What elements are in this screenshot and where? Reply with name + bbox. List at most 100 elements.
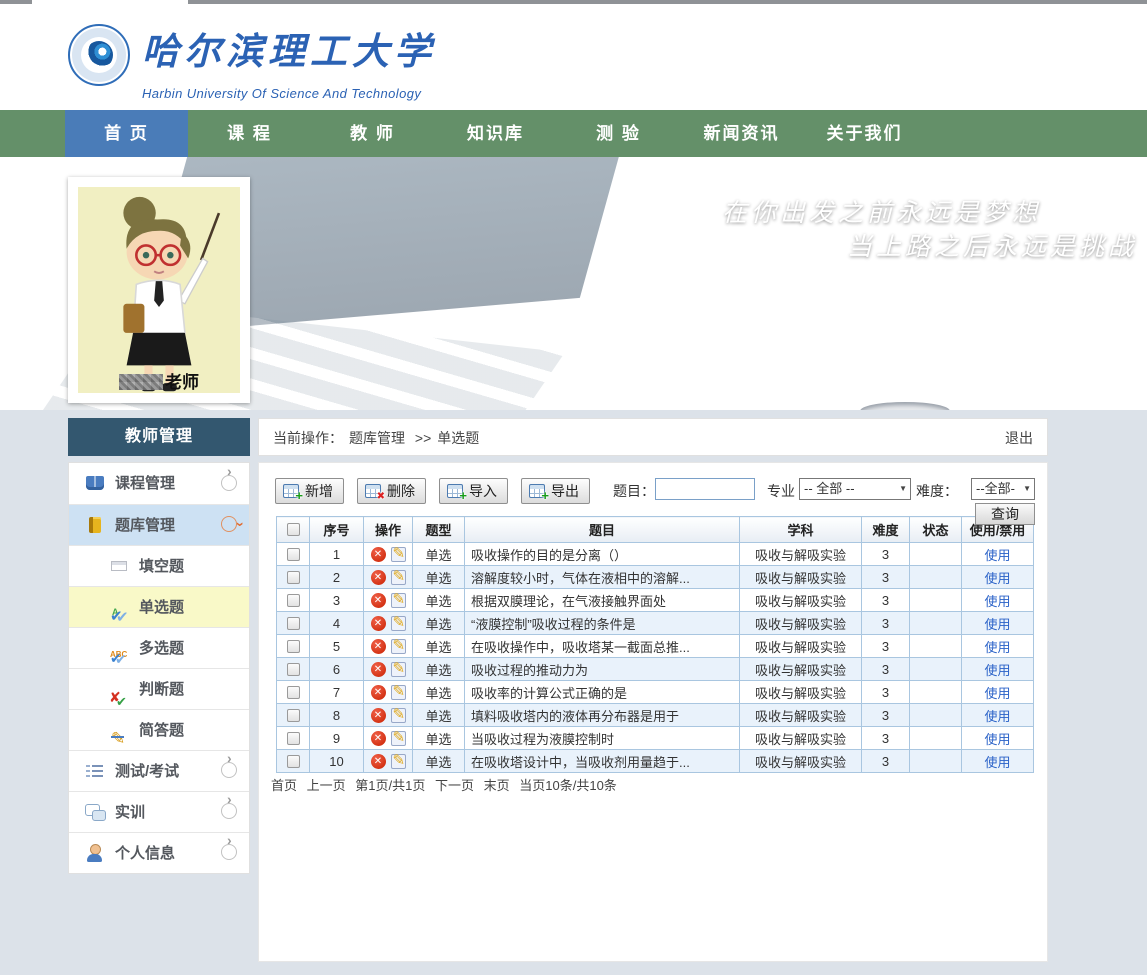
delete-row-icon[interactable]	[371, 593, 386, 608]
use-link[interactable]: 使用	[984, 732, 1010, 747]
import-button[interactable]: 导入	[439, 478, 508, 504]
delete-row-icon[interactable]	[371, 547, 386, 562]
cell-subject: 吸收与解吸实验	[740, 727, 862, 750]
edit-row-icon[interactable]	[391, 662, 406, 677]
delete-row-icon[interactable]	[371, 731, 386, 746]
sidebar-item-icon	[85, 516, 105, 534]
export-button[interactable]: 导出	[521, 478, 590, 504]
page-first[interactable]: 首页	[271, 778, 297, 793]
nav-news[interactable]: 新闻资讯	[680, 110, 803, 157]
table-row: 6 单选 吸收过程的推动力为 吸收与解吸实验 3 使用	[277, 658, 1034, 681]
nav-quiz[interactable]: 测 验	[557, 110, 680, 157]
cell-no: 1	[310, 543, 364, 566]
column-header: 难度	[862, 517, 910, 543]
university-name-en: Harbin University Of Science And Technol…	[142, 86, 436, 101]
cell-subject: 吸收与解吸实验	[740, 750, 862, 773]
delete-row-icon[interactable]	[371, 754, 386, 769]
title-filter-input[interactable]	[655, 478, 755, 500]
row-checkbox[interactable]	[287, 594, 300, 607]
sidebar-item-icon	[85, 762, 105, 780]
edit-row-icon[interactable]	[391, 639, 406, 654]
page-next[interactable]: 下一页	[435, 778, 474, 793]
edit-row-icon[interactable]	[391, 616, 406, 631]
delete-button[interactable]: 删除	[357, 478, 426, 504]
sidebar-item-course-mgmt[interactable]: 课程管理	[69, 463, 249, 504]
nav-teachers[interactable]: 教 师	[311, 110, 434, 157]
nav-about[interactable]: 关于我们	[803, 110, 926, 157]
row-checkbox[interactable]	[287, 571, 300, 584]
select-all-checkbox[interactable]	[287, 523, 300, 536]
page-info: 当页10条/共10条	[519, 778, 617, 793]
row-checkbox[interactable]	[287, 709, 300, 722]
cell-status	[910, 589, 962, 612]
delete-row-icon[interactable]	[371, 570, 386, 585]
cell-status	[910, 566, 962, 589]
edit-row-icon[interactable]	[391, 731, 406, 746]
row-checkbox[interactable]	[287, 686, 300, 699]
cell-type: 单选	[413, 704, 465, 727]
edit-row-icon[interactable]	[391, 708, 406, 723]
use-link[interactable]: 使用	[984, 709, 1010, 724]
use-link[interactable]: 使用	[984, 594, 1010, 609]
page-last[interactable]: 末页	[484, 778, 510, 793]
cell-status	[910, 612, 962, 635]
use-link[interactable]: 使用	[984, 686, 1010, 701]
query-button[interactable]: 查询	[975, 503, 1035, 525]
table-action-icon	[365, 484, 381, 498]
cell-title: “液膜控制”吸收过程的条件是	[465, 612, 740, 635]
major-select[interactable]: -- 全部 --	[799, 478, 911, 500]
column-header: 题目	[465, 517, 740, 543]
use-link[interactable]: 使用	[984, 663, 1010, 678]
nav-courses[interactable]: 课 程	[188, 110, 311, 157]
use-link[interactable]: 使用	[984, 617, 1010, 632]
sidebar-item-practice[interactable]: 实训	[69, 791, 249, 832]
cell-subject: 吸收与解吸实验	[740, 612, 862, 635]
question-table: 序号 操作 题型 题目 学科 难度 状态 使用/禁用	[276, 516, 1034, 773]
nav-home[interactable]: 首 页	[65, 110, 188, 157]
use-link[interactable]: 使用	[984, 640, 1010, 655]
table-row: 10 单选 在吸收塔设计中，当吸收剂用量趋于... 吸收与解吸实验 3 使用	[277, 750, 1034, 773]
sidebar-item-multi-choice[interactable]: 多选题	[69, 627, 249, 668]
edit-row-icon[interactable]	[391, 754, 406, 769]
use-link[interactable]: 使用	[984, 548, 1010, 563]
sidebar-item-icon	[109, 598, 129, 616]
delete-row-icon[interactable]	[371, 708, 386, 723]
edit-row-icon[interactable]	[391, 547, 406, 562]
edit-row-icon[interactable]	[391, 685, 406, 700]
sidebar-item-short-answer[interactable]: 简答题	[69, 709, 249, 750]
nav-knowledge-base[interactable]: 知识库	[434, 110, 557, 157]
cell-title: 在吸收塔设计中，当吸收剂用量趋于...	[465, 750, 740, 773]
sidebar-item-true-false[interactable]: 判断题	[69, 668, 249, 709]
delete-row-icon[interactable]	[371, 639, 386, 654]
table-row: 9 单选 当吸收过程为液膜控制时 吸收与解吸实验 3 使用	[277, 727, 1034, 750]
column-header: 序号	[310, 517, 364, 543]
row-checkbox[interactable]	[287, 617, 300, 630]
row-checkbox[interactable]	[287, 732, 300, 745]
delete-row-icon[interactable]	[371, 685, 386, 700]
delete-row-icon[interactable]	[371, 662, 386, 677]
sidebar-item-personal-info[interactable]: 个人信息	[69, 832, 249, 873]
sidebar-item-fill-blank[interactable]: 填空题	[69, 545, 249, 586]
major-filter-label: 专业	[767, 481, 795, 501]
edit-row-icon[interactable]	[391, 570, 406, 585]
cell-no: 3	[310, 589, 364, 612]
teacher-name: 老师	[68, 368, 250, 393]
cell-type: 单选	[413, 681, 465, 704]
edit-row-icon[interactable]	[391, 593, 406, 608]
row-checkbox[interactable]	[287, 548, 300, 561]
row-checkbox[interactable]	[287, 663, 300, 676]
sidebar-item-question-bank[interactable]: 题库管理	[69, 504, 249, 545]
add-button[interactable]: 新增	[275, 478, 344, 504]
sidebar-item-label: 测试/考试	[115, 763, 179, 780]
use-link[interactable]: 使用	[984, 755, 1010, 770]
delete-row-icon[interactable]	[371, 616, 386, 631]
page-prev[interactable]: 上一页	[307, 778, 346, 793]
row-checkbox[interactable]	[287, 640, 300, 653]
difficulty-select[interactable]: --全部--	[971, 478, 1035, 500]
logout-button[interactable]: 退出	[1005, 419, 1033, 457]
row-checkbox[interactable]	[287, 755, 300, 768]
sidebar-item-single-choice[interactable]: 单选题	[69, 586, 249, 627]
use-link[interactable]: 使用	[984, 571, 1010, 586]
sidebar-item-test-exam[interactable]: 测试/考试	[69, 750, 249, 791]
sidebar-item-icon	[85, 844, 105, 862]
